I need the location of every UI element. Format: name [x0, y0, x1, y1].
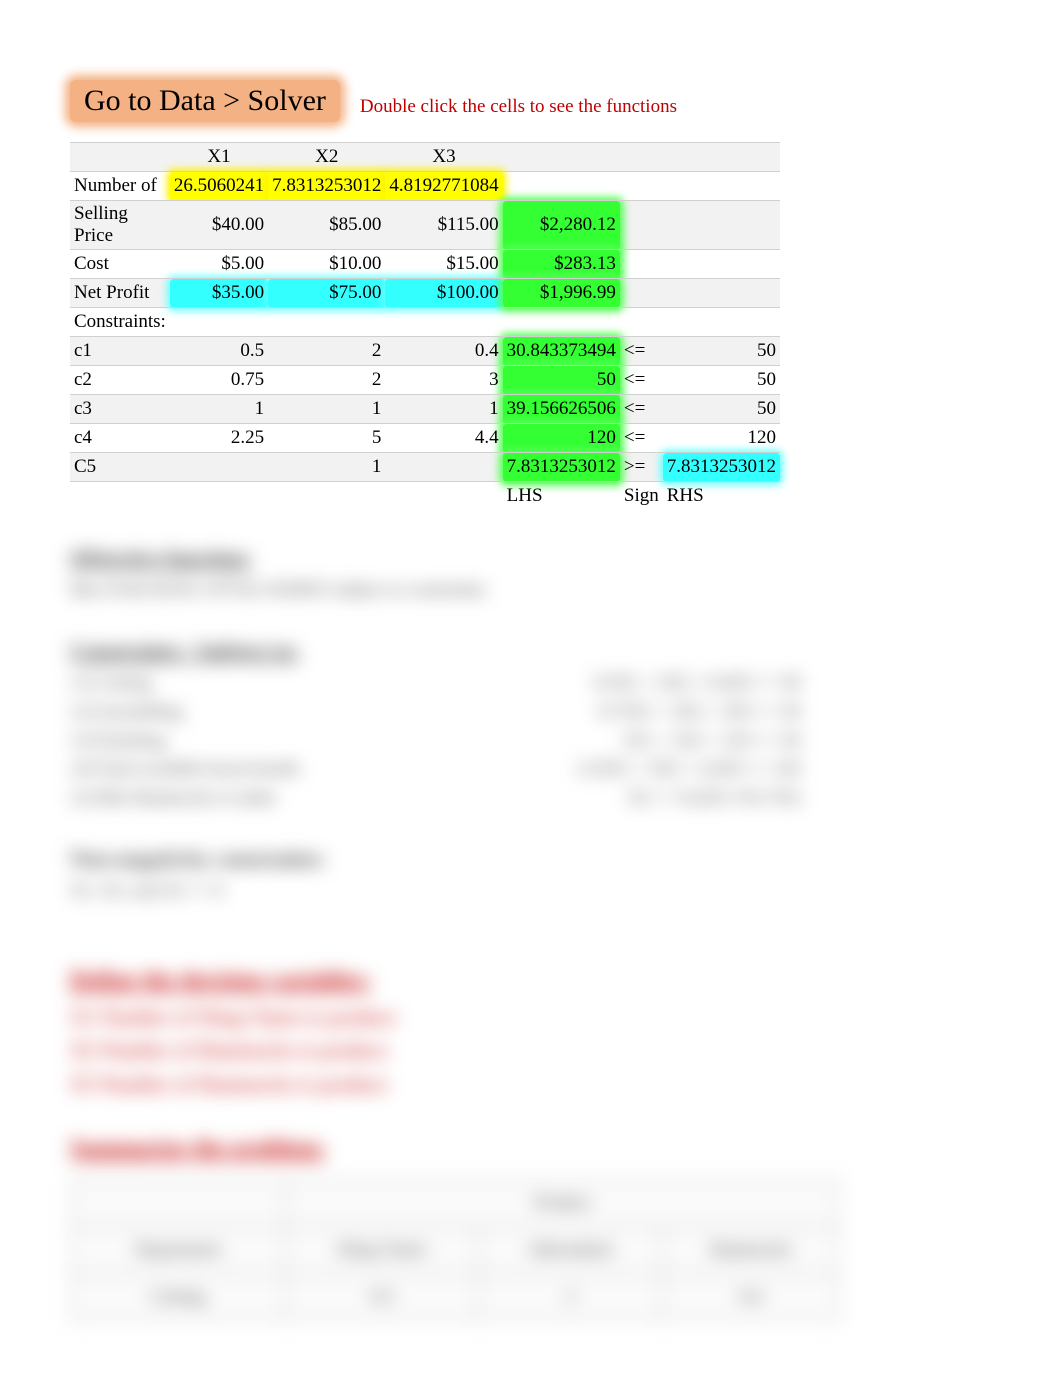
c4-x2[interactable]: 5 — [268, 424, 385, 453]
cost-x1[interactable]: $5.00 — [170, 250, 268, 279]
np-x1[interactable]: $35.00 — [170, 279, 268, 308]
np-total[interactable]: $1,996.99 — [503, 279, 620, 308]
cost-x2[interactable]: $10.00 — [268, 250, 385, 279]
c4-rhs[interactable]: 120 — [663, 424, 780, 453]
dv-header: Define the decision variables: — [70, 962, 992, 1000]
c3-name: c3 — [70, 395, 170, 424]
cons-left-3: c3) Finishing — [70, 726, 420, 755]
label-net-profit: Net Profit — [70, 279, 170, 308]
page-title: Go to Data > Solver — [70, 80, 340, 122]
sp-total[interactable]: $2,280.12 — [503, 201, 620, 250]
number-of-x3[interactable]: 4.8192771084 — [385, 172, 502, 201]
c4-lhs[interactable]: 120 — [503, 424, 620, 453]
bt-r2c3: Adirondack — [479, 1226, 662, 1273]
c1-x3[interactable]: 0.4 — [385, 337, 502, 366]
c4-x3[interactable]: 4.4 — [385, 424, 502, 453]
bt-r3c2: 0.5 — [286, 1273, 479, 1320]
locked-content: Objective function: Max Profit $35X1+$75… — [70, 540, 992, 1321]
c3-sign[interactable]: <= — [620, 395, 663, 424]
c5-lhs[interactable]: 7.8313253012 — [503, 453, 620, 482]
c4-x1[interactable]: 2.25 — [170, 424, 268, 453]
c1-x1[interactable]: 0.5 — [170, 337, 268, 366]
c1-x2[interactable]: 2 — [268, 337, 385, 366]
cost-total[interactable]: $283.13 — [503, 250, 620, 279]
cons-right-4: 2.25X1 + 5X2 + 4.4X3 <= 120 — [500, 754, 800, 783]
hint-text: Double click the cells to see the functi… — [360, 96, 677, 122]
c5-x2[interactable]: 1 — [268, 453, 385, 482]
solver-table: X1 X2 X3 Number of 26.5060241 7.83132530… — [70, 142, 780, 510]
c2-lhs[interactable]: 50 — [503, 366, 620, 395]
c1-name: c1 — [70, 337, 170, 366]
bt-r1c1 — [71, 1179, 286, 1226]
bt-r1c2: Product — [286, 1179, 840, 1226]
c5-rhs[interactable]: 7.8313253012 — [663, 453, 780, 482]
c3-x1[interactable]: 1 — [170, 395, 268, 424]
bt-r2c2: Sling Chairs — [286, 1226, 479, 1273]
cost-x3[interactable]: $15.00 — [385, 250, 502, 279]
constraints-header: Constraints / Subject to: — [70, 633, 992, 668]
sp-x3[interactable]: $115.00 — [385, 201, 502, 250]
c5-x1[interactable] — [170, 453, 268, 482]
bt-r2c4: Hammocks — [662, 1226, 839, 1273]
label-selling-price: Selling Price — [70, 201, 170, 250]
cons-left-5: c5) Min Hammocks to make — [70, 783, 420, 812]
c1-sign[interactable]: <= — [620, 337, 663, 366]
bt-r2c1: Department — [71, 1226, 286, 1273]
cons-right-3: 1X1 + 1X2 + 1X3 <= 50 — [500, 726, 800, 755]
header-x1: X1 — [170, 143, 268, 172]
footer-sign: Sign — [620, 482, 663, 511]
c2-x3[interactable]: 3 — [385, 366, 502, 395]
obj-func-header: Objective function: — [70, 540, 992, 575]
nn-header: Non-negativity constraints: — [70, 841, 992, 876]
cons-left-2: c2) Assembling — [70, 697, 420, 726]
summary-table: Product Department Sling Chairs Adironda… — [70, 1179, 840, 1321]
cons-left-4: c4) Total available hours/month — [70, 754, 420, 783]
c3-x2[interactable]: 1 — [268, 395, 385, 424]
cons-right-1: 0.5X1 + 2X2 + 0.4X3 <= 50 — [500, 668, 800, 697]
footer-rhs: RHS — [663, 482, 780, 511]
c1-rhs[interactable]: 50 — [663, 337, 780, 366]
sp-x2[interactable]: $85.00 — [268, 201, 385, 250]
sp-x1[interactable]: $40.00 — [170, 201, 268, 250]
sum-header: Summarize the problem: — [70, 1130, 992, 1168]
c2-sign[interactable]: <= — [620, 366, 663, 395]
bt-r3c4: 0.4 — [662, 1273, 839, 1320]
cons-right-2: 0.75X1 + 2X2 + 3X3 <= 50 — [500, 697, 800, 726]
c2-rhs[interactable]: 50 — [663, 366, 780, 395]
bt-r3c3: 2 — [479, 1273, 662, 1320]
bt-r3c1: Cutting — [71, 1273, 286, 1320]
header-x2: X2 — [268, 143, 385, 172]
c5-sign[interactable]: >= — [620, 453, 663, 482]
np-x3[interactable]: $100.00 — [385, 279, 502, 308]
obj-func-line: Max Profit $35X1+$75X2+$100X3 subject to… — [70, 575, 992, 604]
footer-lhs: LHS — [503, 482, 620, 511]
dv-line-1: X1 Number of Sling Chairs to produce — [70, 1001, 992, 1035]
c2-x2[interactable]: 2 — [268, 366, 385, 395]
c2-name: c2 — [70, 366, 170, 395]
c4-name: c4 — [70, 424, 170, 453]
c1-lhs[interactable]: 30.843373494 — [503, 337, 620, 366]
c5-name: C5 — [70, 453, 170, 482]
number-of-x2[interactable]: 7.8313253012 — [268, 172, 385, 201]
np-x2[interactable]: $75.00 — [268, 279, 385, 308]
c3-lhs[interactable]: 39.156626506 — [503, 395, 620, 424]
label-constraints: Constraints: — [70, 308, 170, 337]
cons-right-5: X2 >= 0.2(X1+X2+X3) — [500, 783, 800, 812]
header-x3: X3 — [385, 143, 502, 172]
cons-left-1: c1) Cutting — [70, 668, 420, 697]
dv-line-3: X3 Number of Hammocks to produce — [70, 1068, 992, 1102]
label-number-of: Number of — [70, 172, 170, 201]
c4-sign[interactable]: <= — [620, 424, 663, 453]
c2-x1[interactable]: 0.75 — [170, 366, 268, 395]
nn-line: X1, X2, and X3 >= 0 — [70, 876, 992, 905]
c3-rhs[interactable]: 50 — [663, 395, 780, 424]
number-of-x1[interactable]: 26.5060241 — [170, 172, 268, 201]
dv-line-2: X2 Number of Hammocks to produce — [70, 1034, 992, 1068]
c5-x3[interactable] — [385, 453, 502, 482]
c3-x3[interactable]: 1 — [385, 395, 502, 424]
label-cost: Cost — [70, 250, 170, 279]
